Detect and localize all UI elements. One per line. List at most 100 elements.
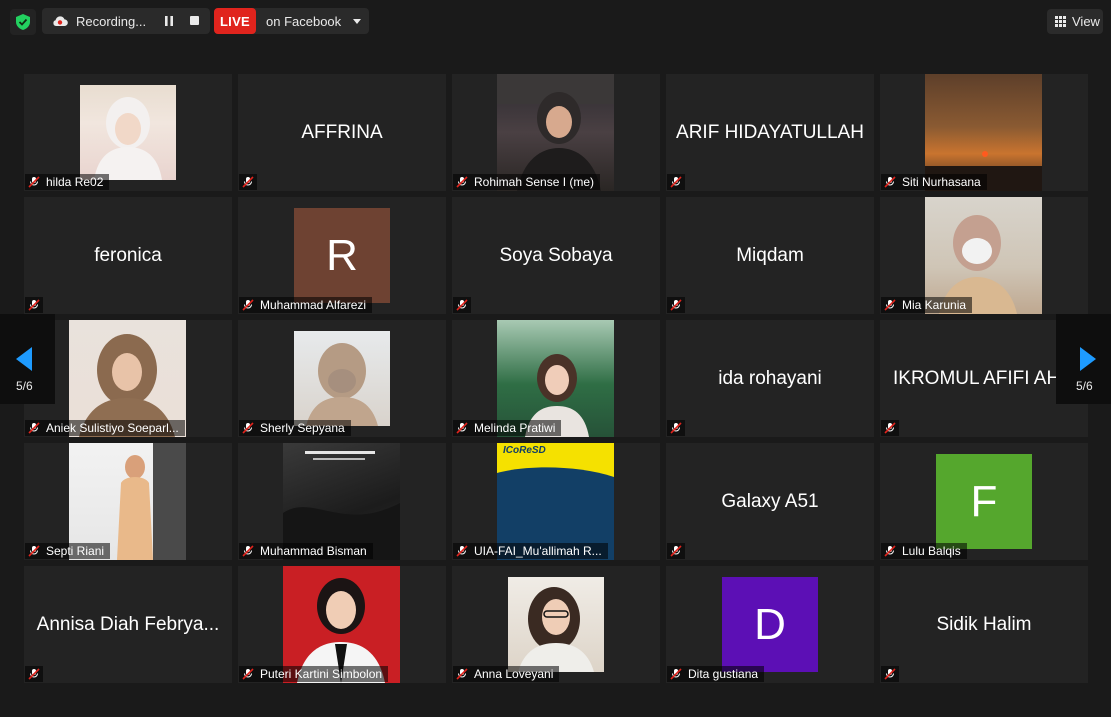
muted-microphone-icon	[28, 299, 40, 311]
participant-name-tag	[25, 297, 43, 313]
participant-tile[interactable]: Aniek Sulistiyo Soeparl...	[24, 320, 232, 437]
participant-name: hilda Re02	[46, 175, 104, 189]
stop-recording-button[interactable]	[190, 16, 199, 25]
security-shield-icon[interactable]	[10, 9, 36, 35]
participant-name-tag	[453, 297, 471, 313]
participant-tile[interactable]: Muhammad Bisman	[238, 443, 446, 560]
participant-tile[interactable]: Mia Karunia	[880, 197, 1088, 314]
muted-microphone-icon	[456, 422, 468, 434]
participant-tile[interactable]: Miqdam	[666, 197, 874, 314]
participant-tile[interactable]: Anna Loveyani	[452, 566, 660, 683]
participant-tile[interactable]: D Dita gustiana	[666, 566, 874, 683]
live-stream-control[interactable]: LIVE on Facebook	[214, 8, 369, 34]
participant-name: Muhammad Bisman	[260, 544, 367, 558]
participant-name-tag: Dita gustiana	[667, 666, 765, 682]
participant-name-tag	[881, 420, 899, 436]
participant-tile[interactable]: feronica	[24, 197, 232, 314]
participant-tile[interactable]: R Muhammad Alfarezi	[238, 197, 446, 314]
next-page-button[interactable]: 5/6	[1056, 314, 1111, 404]
participant-tile[interactable]: Sidik Halim	[880, 566, 1088, 683]
participant-avatar: F	[936, 454, 1032, 549]
muted-microphone-icon	[884, 422, 896, 434]
participant-tile[interactable]: Soya Sobaya	[452, 197, 660, 314]
muted-microphone-icon	[28, 668, 40, 680]
muted-microphone-icon	[242, 422, 254, 434]
participant-tile[interactable]: F Lulu Balqis	[880, 443, 1088, 560]
muted-microphone-icon	[884, 668, 896, 680]
shared-banner-text: ICoReSD	[503, 445, 546, 456]
muted-microphone-icon	[670, 176, 682, 188]
muted-microphone-icon	[456, 299, 468, 311]
participant-video	[80, 85, 176, 180]
participant-name-tag	[881, 666, 899, 682]
participant-display-name: ARIF HIDAYATULLAH	[676, 121, 864, 143]
participant-tile[interactable]: hilda Re02	[24, 74, 232, 191]
muted-microphone-icon	[456, 668, 468, 680]
participant-tile[interactable]: Galaxy A51	[666, 443, 874, 560]
cloud-recording-icon	[52, 15, 68, 27]
participant-name-tag: Mia Karunia	[881, 297, 973, 313]
participant-video	[508, 577, 604, 672]
participant-name: Lulu Balqis	[902, 544, 961, 558]
participant-display-name: Sidik Halim	[936, 613, 1032, 635]
participant-name: Siti Nurhasana	[902, 175, 981, 189]
participant-tile[interactable]: ARIF HIDAYATULLAH	[666, 74, 874, 191]
participant-name: Septi Riani	[46, 544, 105, 558]
recording-indicator: Recording...	[42, 8, 210, 34]
participant-name-tag: Muhammad Alfarezi	[239, 297, 373, 313]
participant-tile[interactable]: Puteri Kartini Simbolon	[238, 566, 446, 683]
participant-display-name: Miqdam	[736, 244, 804, 266]
participant-tile[interactable]: ida rohayani	[666, 320, 874, 437]
participant-display-name: ida rohayani	[718, 367, 822, 389]
muted-microphone-icon	[670, 299, 682, 311]
participant-tile[interactable]: Sherly Sepyana	[238, 320, 446, 437]
participant-tile[interactable]: ICoReSD UIA-FAI_Mu'allimah R...	[452, 443, 660, 560]
participant-video	[294, 331, 390, 426]
participant-tile[interactable]: Annisa Diah Febrya...	[24, 566, 232, 683]
pause-recording-button[interactable]	[162, 14, 176, 28]
recording-label: Recording...	[76, 13, 147, 29]
chevron-down-icon[interactable]	[353, 19, 361, 24]
muted-microphone-icon	[242, 668, 254, 680]
live-badge: LIVE	[214, 8, 256, 34]
participant-name-tag: Siti Nurhasana	[881, 174, 987, 190]
participant-name: Sherly Sepyana	[260, 421, 345, 435]
muted-microphone-icon	[28, 545, 40, 557]
participant-name-tag	[667, 297, 685, 313]
page-indicator: 5/6	[16, 379, 33, 393]
participant-tile[interactable]: Siti Nurhasana	[880, 74, 1088, 191]
view-button[interactable]: View	[1047, 9, 1103, 34]
participant-name: Anna Loveyani	[474, 667, 554, 681]
participant-name-tag	[667, 543, 685, 559]
participant-name-tag: Septi Riani	[25, 543, 111, 559]
muted-microphone-icon	[670, 545, 682, 557]
participant-name-tag	[667, 174, 685, 190]
muted-microphone-icon	[28, 176, 40, 188]
muted-microphone-icon	[456, 176, 468, 188]
participant-name-tag: Sherly Sepyana	[239, 420, 351, 436]
participant-display-name: Soya Sobaya	[499, 244, 613, 266]
participant-name-tag: Melinda Pratiwi	[453, 420, 562, 436]
page-indicator: 5/6	[1076, 379, 1093, 393]
participant-name-tag: Aniek Sulistiyo Soeparl...	[25, 420, 185, 436]
participant-name-tag: Lulu Balqis	[881, 543, 967, 559]
participant-tile[interactable]: Rohimah Sense I (me)	[452, 74, 660, 191]
participant-name: UIA-FAI_Mu'allimah R...	[474, 544, 602, 558]
participant-tile[interactable]: Melinda Pratiwi	[452, 320, 660, 437]
participant-display-name: Galaxy A51	[721, 490, 819, 512]
muted-microphone-icon	[28, 422, 40, 434]
muted-microphone-icon	[242, 299, 254, 311]
participant-name: Mia Karunia	[902, 298, 967, 312]
muted-microphone-icon	[884, 176, 896, 188]
muted-microphone-icon	[242, 545, 254, 557]
participant-tile[interactable]: AFFRINA	[238, 74, 446, 191]
participant-name: Muhammad Alfarezi	[260, 298, 367, 312]
muted-microphone-icon	[456, 545, 468, 557]
muted-microphone-icon	[670, 668, 682, 680]
participant-tile[interactable]: Septi Riani	[24, 443, 232, 560]
participant-avatar: D	[722, 577, 818, 672]
participant-display-name: Annisa Diah Febrya...	[36, 613, 220, 635]
participant-name: Rohimah Sense I (me)	[474, 175, 595, 189]
participant-display-name: AFFRINA	[301, 121, 383, 143]
previous-page-button[interactable]: 5/6	[0, 314, 55, 404]
